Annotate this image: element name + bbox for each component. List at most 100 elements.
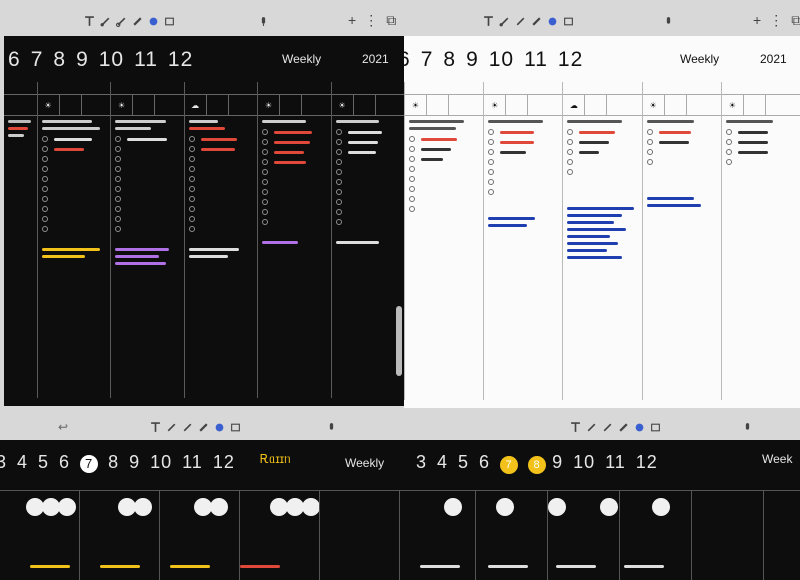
month-tab-active[interactable]: 7 [500,456,519,474]
scroll-handle[interactable] [396,306,402,376]
task-item[interactable] [722,147,800,157]
more-button[interactable]: ⋮ [364,12,378,29]
marker-icon[interactable] [618,422,629,433]
task-item[interactable] [484,187,562,197]
task-item[interactable] [332,157,404,167]
month-tab[interactable]: 8 [53,48,66,72]
task-item[interactable] [111,204,183,214]
task-item[interactable] [484,127,562,137]
month-tab[interactable]: 6 [479,452,490,473]
marker-icon[interactable] [132,16,143,27]
month-tab[interactable]: 11 [605,452,626,473]
task-item[interactable] [405,164,483,174]
month-tab[interactable]: 11 [182,452,203,473]
task-item[interactable] [643,127,721,137]
add-page-button[interactable]: + [753,12,761,29]
month-tab[interactable]: 12 [168,48,193,72]
month-tab[interactable]: 6 [404,48,411,72]
task-item[interactable] [405,194,483,204]
task-item[interactable] [332,177,404,187]
eraser-icon[interactable] [634,422,645,433]
eraser-icon[interactable] [148,16,159,27]
task-item[interactable] [185,194,257,204]
task-item[interactable] [332,137,404,147]
month-tab[interactable]: 10 [573,452,595,473]
text-tool-icon[interactable] [150,421,161,433]
month-tab[interactable]: 11 [134,48,158,72]
pen-icon[interactable] [166,422,177,433]
task-item[interactable] [111,154,183,164]
task-item[interactable] [38,194,110,204]
month-tab[interactable]: 12 [558,48,583,72]
lasso-icon[interactable] [164,16,175,27]
lasso-icon[interactable] [230,422,241,433]
task-item[interactable] [38,224,110,234]
task-item[interactable] [38,184,110,194]
add-page-button[interactable]: + [348,12,356,29]
month-tab[interactable]: 4 [17,452,28,473]
task-item[interactable] [38,154,110,164]
task-item[interactable] [185,224,257,234]
task-item[interactable] [484,157,562,167]
pencil-icon[interactable] [182,422,193,433]
task-item[interactable] [38,134,110,144]
task-item[interactable] [185,214,257,224]
month-tab[interactable]: 9 [76,48,89,72]
task-item[interactable] [111,174,183,184]
task-item[interactable] [484,177,562,187]
pages-button[interactable]: ⧉ [791,12,800,29]
task-item[interactable] [111,144,183,154]
marker-icon[interactable] [198,422,209,433]
task-item[interactable] [332,187,404,197]
month-tab[interactable]: 3 [416,452,427,473]
task-item[interactable] [722,137,800,147]
task-item[interactable] [38,164,110,174]
month-tab[interactable]: 12 [213,452,235,473]
mic-icon[interactable] [742,422,753,433]
marker-icon[interactable] [531,16,542,27]
task-item[interactable] [405,174,483,184]
task-item[interactable] [332,217,404,227]
mic-icon[interactable] [258,16,269,27]
task-item[interactable] [563,127,641,137]
mic-icon[interactable] [663,16,674,27]
task-item[interactable] [643,147,721,157]
task-item[interactable] [185,164,257,174]
pencil-icon[interactable] [116,16,127,27]
task-item[interactable] [111,184,183,194]
task-item[interactable] [563,137,641,147]
task-item[interactable] [111,134,183,144]
task-item[interactable] [185,154,257,164]
pencil-icon[interactable] [515,16,526,27]
undo-icon[interactable]: ↩ [58,420,68,434]
text-tool-icon[interactable] [84,15,95,27]
month-tab-active[interactable]: 7 [80,454,99,473]
task-item[interactable] [563,157,641,167]
task-item[interactable] [185,184,257,194]
task-item[interactable] [185,174,257,184]
month-tab[interactable]: 4 [437,452,448,473]
eraser-icon[interactable] [547,16,558,27]
month-tab[interactable]: 7 [31,48,44,72]
pen-icon[interactable] [100,16,111,27]
task-item[interactable] [185,144,257,154]
pen-icon[interactable] [586,422,597,433]
pencil-icon[interactable] [602,422,613,433]
task-item[interactable] [405,184,483,194]
month-tab[interactable]: 6 [59,452,70,473]
lasso-icon[interactable] [650,422,661,433]
page-title[interactable]: Weekly [282,52,321,66]
eraser-icon[interactable] [214,422,225,433]
task-item[interactable] [185,204,257,214]
task-item[interactable] [484,147,562,157]
task-item[interactable] [185,134,257,144]
task-item[interactable] [643,137,721,147]
task-item[interactable] [405,134,483,144]
month-tab[interactable]: 5 [458,452,469,473]
task-item[interactable] [111,214,183,224]
task-item[interactable] [332,167,404,177]
month-tab[interactable]: 8 [443,48,456,72]
task-item[interactable] [722,157,800,167]
task-item[interactable] [405,154,483,164]
month-tab[interactable]: 8 [108,452,119,473]
